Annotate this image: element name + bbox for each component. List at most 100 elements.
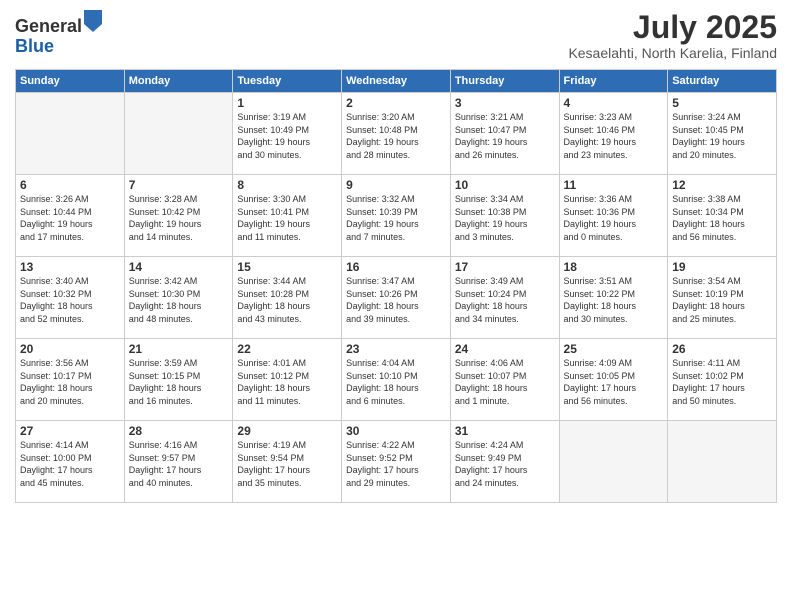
day-cell: 28Sunrise: 4:16 AMSunset: 9:57 PMDayligh… <box>124 421 233 503</box>
day-number: 9 <box>346 178 446 192</box>
day-number: 30 <box>346 424 446 438</box>
day-info: Sunrise: 4:01 AMSunset: 10:12 PMDaylight… <box>237 357 337 407</box>
day-number: 12 <box>672 178 772 192</box>
week-row-5: 27Sunrise: 4:14 AMSunset: 10:00 PMDaylig… <box>16 421 777 503</box>
day-number: 15 <box>237 260 337 274</box>
day-cell <box>668 421 777 503</box>
day-info: Sunrise: 3:32 AMSunset: 10:39 PMDaylight… <box>346 193 446 243</box>
day-info: Sunrise: 3:24 AMSunset: 10:45 PMDaylight… <box>672 111 772 161</box>
day-number: 29 <box>237 424 337 438</box>
week-row-4: 20Sunrise: 3:56 AMSunset: 10:17 PMDaylig… <box>16 339 777 421</box>
day-info: Sunrise: 3:49 AMSunset: 10:24 PMDaylight… <box>455 275 555 325</box>
day-info: Sunrise: 3:28 AMSunset: 10:42 PMDaylight… <box>129 193 229 243</box>
day-info: Sunrise: 3:19 AMSunset: 10:49 PMDaylight… <box>237 111 337 161</box>
calendar-subtitle: Kesaelahti, North Karelia, Finland <box>568 45 777 61</box>
day-number: 25 <box>564 342 664 356</box>
day-cell: 18Sunrise: 3:51 AMSunset: 10:22 PMDaylig… <box>559 257 668 339</box>
day-cell: 8Sunrise: 3:30 AMSunset: 10:41 PMDayligh… <box>233 175 342 257</box>
day-number: 8 <box>237 178 337 192</box>
title-block: July 2025 Kesaelahti, North Karelia, Fin… <box>568 10 777 61</box>
day-info: Sunrise: 3:40 AMSunset: 10:32 PMDaylight… <box>20 275 120 325</box>
day-number: 21 <box>129 342 229 356</box>
day-info: Sunrise: 3:56 AMSunset: 10:17 PMDaylight… <box>20 357 120 407</box>
day-info: Sunrise: 4:14 AMSunset: 10:00 PMDaylight… <box>20 439 120 489</box>
day-info: Sunrise: 4:16 AMSunset: 9:57 PMDaylight:… <box>129 439 229 489</box>
day-info: Sunrise: 3:26 AMSunset: 10:44 PMDaylight… <box>20 193 120 243</box>
calendar-title: July 2025 <box>568 10 777 45</box>
day-number: 18 <box>564 260 664 274</box>
header-cell-friday: Friday <box>559 70 668 93</box>
day-cell: 25Sunrise: 4:09 AMSunset: 10:05 PMDaylig… <box>559 339 668 421</box>
day-cell: 24Sunrise: 4:06 AMSunset: 10:07 PMDaylig… <box>450 339 559 421</box>
header-cell-monday: Monday <box>124 70 233 93</box>
day-number: 16 <box>346 260 446 274</box>
day-info: Sunrise: 4:22 AMSunset: 9:52 PMDaylight:… <box>346 439 446 489</box>
calendar-page: General Blue July 2025 Kesaelahti, North… <box>0 0 792 612</box>
day-number: 23 <box>346 342 446 356</box>
day-cell: 15Sunrise: 3:44 AMSunset: 10:28 PMDaylig… <box>233 257 342 339</box>
day-cell <box>124 93 233 175</box>
calendar-table: SundayMondayTuesdayWednesdayThursdayFrid… <box>15 69 777 503</box>
logo-icon <box>84 10 102 32</box>
day-cell: 22Sunrise: 4:01 AMSunset: 10:12 PMDaylig… <box>233 339 342 421</box>
header-cell-sunday: Sunday <box>16 70 125 93</box>
header-cell-saturday: Saturday <box>668 70 777 93</box>
day-cell: 20Sunrise: 3:56 AMSunset: 10:17 PMDaylig… <box>16 339 125 421</box>
day-cell: 17Sunrise: 3:49 AMSunset: 10:24 PMDaylig… <box>450 257 559 339</box>
week-row-3: 13Sunrise: 3:40 AMSunset: 10:32 PMDaylig… <box>16 257 777 339</box>
day-cell: 23Sunrise: 4:04 AMSunset: 10:10 PMDaylig… <box>342 339 451 421</box>
day-info: Sunrise: 4:09 AMSunset: 10:05 PMDaylight… <box>564 357 664 407</box>
day-info: Sunrise: 4:24 AMSunset: 9:49 PMDaylight:… <box>455 439 555 489</box>
logo-blue-text: Blue <box>15 36 54 56</box>
day-info: Sunrise: 4:11 AMSunset: 10:02 PMDaylight… <box>672 357 772 407</box>
week-row-2: 6Sunrise: 3:26 AMSunset: 10:44 PMDayligh… <box>16 175 777 257</box>
day-number: 4 <box>564 96 664 110</box>
day-cell: 1Sunrise: 3:19 AMSunset: 10:49 PMDayligh… <box>233 93 342 175</box>
day-number: 6 <box>20 178 120 192</box>
day-number: 1 <box>237 96 337 110</box>
day-cell: 12Sunrise: 3:38 AMSunset: 10:34 PMDaylig… <box>668 175 777 257</box>
day-info: Sunrise: 3:51 AMSunset: 10:22 PMDaylight… <box>564 275 664 325</box>
day-info: Sunrise: 3:20 AMSunset: 10:48 PMDaylight… <box>346 111 446 161</box>
header-row: SundayMondayTuesdayWednesdayThursdayFrid… <box>16 70 777 93</box>
day-number: 22 <box>237 342 337 356</box>
day-number: 3 <box>455 96 555 110</box>
day-cell: 21Sunrise: 3:59 AMSunset: 10:15 PMDaylig… <box>124 339 233 421</box>
logo: General Blue <box>15 10 102 57</box>
day-cell: 27Sunrise: 4:14 AMSunset: 10:00 PMDaylig… <box>16 421 125 503</box>
day-number: 27 <box>20 424 120 438</box>
day-cell: 9Sunrise: 3:32 AMSunset: 10:39 PMDayligh… <box>342 175 451 257</box>
day-number: 13 <box>20 260 120 274</box>
day-cell: 29Sunrise: 4:19 AMSunset: 9:54 PMDayligh… <box>233 421 342 503</box>
header-cell-tuesday: Tuesday <box>233 70 342 93</box>
day-info: Sunrise: 4:04 AMSunset: 10:10 PMDaylight… <box>346 357 446 407</box>
day-number: 5 <box>672 96 772 110</box>
day-info: Sunrise: 3:23 AMSunset: 10:46 PMDaylight… <box>564 111 664 161</box>
logo-general-text: General <box>15 16 82 36</box>
day-number: 10 <box>455 178 555 192</box>
day-cell <box>16 93 125 175</box>
day-info: Sunrise: 3:30 AMSunset: 10:41 PMDaylight… <box>237 193 337 243</box>
day-info: Sunrise: 3:59 AMSunset: 10:15 PMDaylight… <box>129 357 229 407</box>
day-info: Sunrise: 3:21 AMSunset: 10:47 PMDaylight… <box>455 111 555 161</box>
day-cell: 3Sunrise: 3:21 AMSunset: 10:47 PMDayligh… <box>450 93 559 175</box>
week-row-1: 1Sunrise: 3:19 AMSunset: 10:49 PMDayligh… <box>16 93 777 175</box>
day-cell: 2Sunrise: 3:20 AMSunset: 10:48 PMDayligh… <box>342 93 451 175</box>
day-cell: 5Sunrise: 3:24 AMSunset: 10:45 PMDayligh… <box>668 93 777 175</box>
day-cell: 4Sunrise: 3:23 AMSunset: 10:46 PMDayligh… <box>559 93 668 175</box>
day-number: 17 <box>455 260 555 274</box>
day-cell: 11Sunrise: 3:36 AMSunset: 10:36 PMDaylig… <box>559 175 668 257</box>
header-cell-wednesday: Wednesday <box>342 70 451 93</box>
day-cell: 19Sunrise: 3:54 AMSunset: 10:19 PMDaylig… <box>668 257 777 339</box>
day-info: Sunrise: 3:36 AMSunset: 10:36 PMDaylight… <box>564 193 664 243</box>
day-cell: 7Sunrise: 3:28 AMSunset: 10:42 PMDayligh… <box>124 175 233 257</box>
day-cell: 14Sunrise: 3:42 AMSunset: 10:30 PMDaylig… <box>124 257 233 339</box>
day-number: 14 <box>129 260 229 274</box>
day-number: 19 <box>672 260 772 274</box>
day-number: 20 <box>20 342 120 356</box>
day-cell: 31Sunrise: 4:24 AMSunset: 9:49 PMDayligh… <box>450 421 559 503</box>
day-info: Sunrise: 4:19 AMSunset: 9:54 PMDaylight:… <box>237 439 337 489</box>
day-number: 31 <box>455 424 555 438</box>
day-number: 7 <box>129 178 229 192</box>
header: General Blue July 2025 Kesaelahti, North… <box>15 10 777 61</box>
